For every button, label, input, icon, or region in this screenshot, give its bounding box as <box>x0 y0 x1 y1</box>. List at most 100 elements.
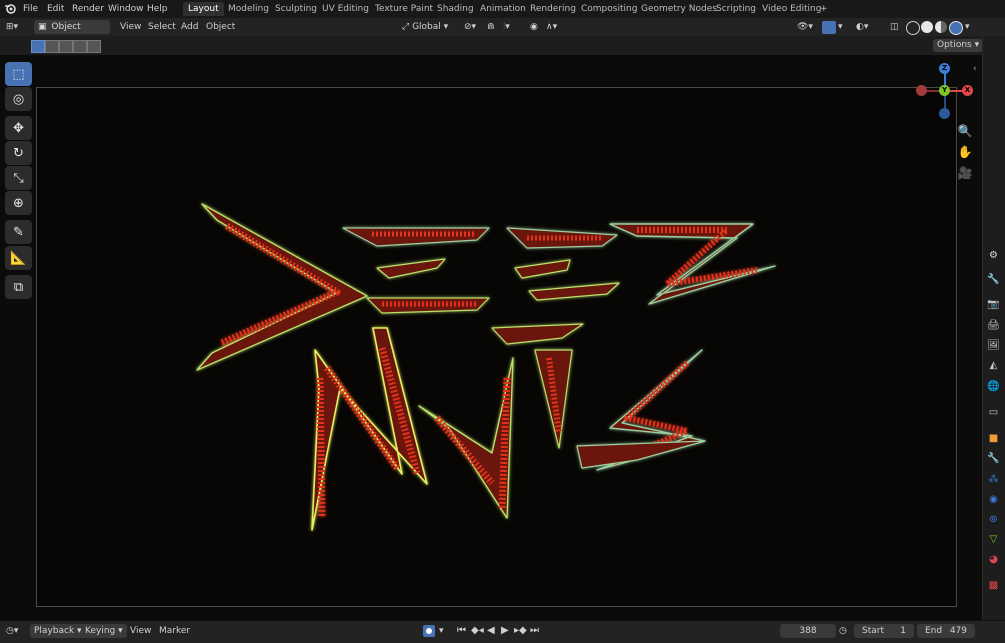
timeline-view-menu[interactable]: View <box>130 624 151 638</box>
tab-scripting[interactable]: Scripting <box>711 2 761 16</box>
view-layer-icon[interactable]: 🖼 <box>986 338 1001 353</box>
rotate-tool[interactable]: ↻ <box>5 141 32 165</box>
zoom-icon[interactable]: 🔍 <box>956 122 974 140</box>
header-menu-select[interactable]: Select <box>148 20 176 34</box>
pan-hand-icon[interactable]: ✋ <box>956 143 974 161</box>
tab-shading[interactable]: Shading <box>432 2 479 16</box>
mode-dropdown[interactable]: ▣ Object Mode ▾ <box>34 20 110 46</box>
sidebar-toggle-icon[interactable]: ‹ <box>973 64 977 74</box>
play-reverse-icon[interactable]: ◀ <box>487 624 495 638</box>
header-menu-object[interactable]: Object <box>206 20 235 34</box>
timeline-marker-menu[interactable]: Marker <box>159 624 190 638</box>
tool-icon[interactable]: 🔧 <box>986 272 1001 287</box>
tab-rendering[interactable]: Rendering <box>525 2 581 16</box>
select-invert-icon[interactable] <box>73 40 87 53</box>
tab-sculpting[interactable]: Sculpting <box>270 2 322 16</box>
gizmo-dropdown-icon[interactable]: ▾ <box>838 20 843 34</box>
world-icon[interactable]: 🌐 <box>986 379 1001 394</box>
snap-icon[interactable]: ⋒ <box>487 20 495 34</box>
proportional-edit-icon[interactable]: ◉ <box>530 20 538 34</box>
tab-geometry-nodes[interactable]: Geometry Nodes <box>636 2 722 16</box>
output-icon[interactable]: 🖨 <box>986 318 1001 333</box>
current-frame-field[interactable]: 388 <box>780 624 836 638</box>
jump-end-icon[interactable]: ⏭ <box>530 624 539 638</box>
jump-start-icon[interactable]: ⏮ <box>457 624 466 638</box>
gizmo-z-axis[interactable]: Z <box>939 63 950 74</box>
add-workspace-button[interactable]: + <box>815 2 833 16</box>
xray-icon[interactable]: ◫ <box>890 20 899 34</box>
tab-compositing[interactable]: Compositing <box>576 2 642 16</box>
measure-tool[interactable]: 📐 <box>5 246 32 270</box>
start-frame-field[interactable]: Start 1 <box>854 624 914 638</box>
gizmo-y-axis[interactable]: Y <box>939 85 950 96</box>
solid-shading-icon[interactable] <box>921 21 933 33</box>
navigation-gizmo[interactable]: Z Y X <box>914 62 978 120</box>
play-icon[interactable]: ▶ <box>501 624 509 638</box>
jump-prev-keyframe-icon[interactable]: ◆◂ <box>471 624 484 638</box>
options-dropdown[interactable]: Options ▾ <box>933 39 984 52</box>
select-box-tool[interactable]: ⬚ <box>5 62 32 86</box>
modifier-icon[interactable]: 🔧 <box>986 451 1001 466</box>
visibility-icon[interactable]: 👁▾ <box>797 20 813 34</box>
tool-settings-bar: Options ▾ <box>0 36 1005 55</box>
material-icon[interactable]: ◕ <box>986 552 1001 567</box>
tab-texture-paint[interactable]: Texture Paint <box>370 2 438 16</box>
move-tool[interactable]: ✥ <box>5 116 32 140</box>
tab-layout[interactable]: Layout <box>183 2 224 16</box>
overlays-icon[interactable]: ◐▾ <box>856 20 868 34</box>
camera-view-icon[interactable]: 🎥 <box>956 164 974 182</box>
scene-icon[interactable]: ◭ <box>986 358 1001 373</box>
menu-edit[interactable]: Edit <box>47 2 64 16</box>
editor-type-icon[interactable]: ⊞▾ <box>6 22 26 33</box>
menu-render[interactable]: Render <box>72 2 104 16</box>
rendered-shading-icon[interactable] <box>949 21 963 35</box>
select-subtract-icon[interactable] <box>59 40 73 53</box>
annotate-tool[interactable]: ✎ <box>5 220 32 244</box>
end-frame-field[interactable]: End 479 <box>917 624 975 638</box>
blender-logo-icon[interactable] <box>4 3 16 15</box>
constraints-icon[interactable]: ⊚ <box>986 512 1001 527</box>
jump-next-keyframe-icon[interactable]: ▸◆ <box>514 624 527 638</box>
playback-dropdown[interactable]: Playback ▾ <box>30 624 86 638</box>
auto-keying-button[interactable] <box>423 625 435 637</box>
collection-icon[interactable]: ▭ <box>986 405 1001 420</box>
render-icon[interactable]: 📷 <box>986 297 1001 312</box>
data-icon[interactable]: ▽ <box>986 532 1001 547</box>
falloff-icon[interactable]: ∧▾ <box>546 20 557 34</box>
viewport-header: ⊞▾ ▣ Object Mode ▾ View Select Add Objec… <box>0 18 1005 46</box>
header-menu-add[interactable]: Add <box>181 20 198 34</box>
select-intersect-icon[interactable] <box>87 40 101 53</box>
tab-uv-editing[interactable]: UV Editing <box>317 2 374 16</box>
scale-tool[interactable]: ⤡ <box>5 166 32 190</box>
timeline-editor-type-icon[interactable]: ◷▾ <box>6 624 18 638</box>
menu-file[interactable]: File <box>23 2 38 16</box>
select-extend-icon[interactable] <box>45 40 59 53</box>
preview-range-icon[interactable]: ◷ <box>839 624 847 638</box>
tool-settings-icon[interactable]: ⚙ <box>986 248 1001 263</box>
transform-orientation-dropdown[interactable]: ⤢ Global ▾ <box>402 20 448 34</box>
texture-icon[interactable]: ▩ <box>986 578 1001 593</box>
menu-help[interactable]: Help <box>147 2 168 16</box>
keying-dropdown[interactable]: Keying ▾ <box>81 624 127 638</box>
particles-icon[interactable]: ⁂ <box>986 472 1001 487</box>
gizmo-toggle-icon[interactable] <box>822 21 836 34</box>
tab-modeling[interactable]: Modeling <box>223 2 274 16</box>
shading-dropdown-icon[interactable]: ▾ <box>965 20 970 34</box>
material-shading-icon[interactable] <box>935 21 947 33</box>
object-icon[interactable]: ■ <box>986 431 1001 446</box>
header-menu-view[interactable]: View <box>120 20 141 34</box>
gizmo-neg-z-axis[interactable] <box>939 108 950 119</box>
select-new-icon[interactable] <box>31 40 45 53</box>
cursor-tool[interactable]: ◎ <box>5 87 32 111</box>
gizmo-x-axis[interactable]: X <box>962 85 973 96</box>
physics-icon[interactable]: ◉ <box>986 492 1001 507</box>
pivot-point-icon[interactable]: ⊘▾ <box>464 20 476 34</box>
transform-tool[interactable]: ⊕ <box>5 191 32 215</box>
tab-animation[interactable]: Animation <box>475 2 531 16</box>
gizmo-neg-x-axis[interactable] <box>916 85 927 96</box>
add-cube-tool[interactable]: ⧉ <box>5 275 32 299</box>
wireframe-shading-icon[interactable] <box>906 21 920 35</box>
menu-window[interactable]: Window <box>108 2 144 16</box>
keying-set-dropdown-icon[interactable]: ▾ <box>439 624 444 638</box>
snap-target-icon[interactable]: ⫶▾ <box>503 20 510 34</box>
